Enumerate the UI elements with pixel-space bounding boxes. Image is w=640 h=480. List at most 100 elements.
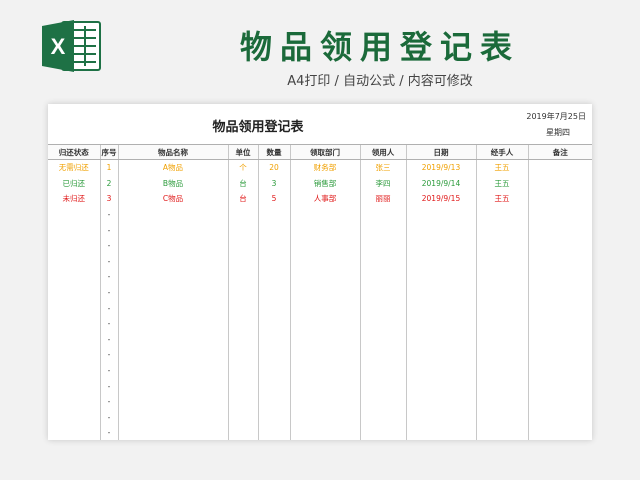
date-cell: 2019/9/14 <box>405 175 476 192</box>
empty-number-cell: - <box>99 284 118 301</box>
empty-row: - <box>48 206 592 223</box>
column-header-department: 领取部门 <box>289 144 360 160</box>
empty-cell <box>359 409 406 426</box>
empty-cell <box>227 237 258 254</box>
empty-cell <box>227 206 258 223</box>
page-title: 物品领用登记表 <box>239 28 520 66</box>
recipient-cell: 丽丽 <box>359 191 406 207</box>
empty-row: - <box>48 300 592 316</box>
empty-cell <box>257 253 290 270</box>
spreadsheet-preview: 物品领用登记表 2019年7月25日 星期四 归还状态 序号 物品名称 单位 数… <box>48 104 592 440</box>
empty-cell <box>289 284 360 301</box>
column-header-handler: 经手人 <box>475 144 528 160</box>
empty-cell <box>48 410 100 426</box>
empty-cell <box>117 378 228 394</box>
empty-cell <box>48 332 100 348</box>
quantity-cell: 3 <box>257 175 290 192</box>
empty-cell <box>475 425 528 440</box>
empty-cell <box>257 269 290 285</box>
status-cell: 未归还 <box>62 194 86 204</box>
department-cell: 人事部 <box>289 191 360 207</box>
empty-cell <box>48 363 100 379</box>
empty-cell <box>117 237 228 254</box>
empty-row: - <box>48 378 592 394</box>
empty-row: - <box>48 315 592 332</box>
empty-cell <box>48 285 100 301</box>
unit-cell: 台 <box>227 191 258 207</box>
excel-logo-icon: X <box>42 20 101 72</box>
empty-row: - <box>48 269 592 285</box>
empty-cell <box>475 378 528 394</box>
empty-cell <box>475 253 528 270</box>
empty-row: - <box>48 409 592 426</box>
empty-cell <box>117 222 228 238</box>
empty-cell <box>359 347 406 363</box>
empty-row: - <box>48 253 592 270</box>
empty-cell <box>475 315 528 332</box>
column-header-quantity: 数量 <box>257 144 290 160</box>
empty-cell <box>48 222 100 238</box>
empty-cell <box>475 300 528 316</box>
empty-number-cell: - <box>99 393 118 410</box>
empty-cell <box>527 425 592 440</box>
empty-cell <box>117 393 228 410</box>
empty-cell <box>227 284 258 301</box>
empty-cell <box>359 378 406 394</box>
empty-cell <box>405 315 476 332</box>
empty-cell <box>405 347 476 363</box>
empty-cell <box>527 300 592 316</box>
empty-cell <box>359 331 406 348</box>
empty-number-cell: - <box>99 206 118 223</box>
empty-cell <box>527 331 592 348</box>
sheet-date: 2019年7月25日 <box>526 112 586 121</box>
empty-cell <box>227 222 258 238</box>
department-cell: 销售部 <box>289 175 360 192</box>
empty-cell <box>527 409 592 426</box>
column-header-date: 日期 <box>405 144 476 160</box>
empty-row: - <box>48 284 592 301</box>
empty-cell <box>48 300 100 316</box>
empty-cell <box>289 425 360 440</box>
empty-cell <box>405 409 476 426</box>
empty-cell <box>527 206 592 223</box>
empty-cell <box>117 269 228 285</box>
empty-cell <box>475 206 528 223</box>
table-row: 已归还 2 B物品 台 3 销售部 李四 2019/9/14 王五 <box>48 175 592 192</box>
empty-cell <box>48 254 100 270</box>
recipient-cell: 张三 <box>359 159 406 176</box>
empty-cell <box>257 237 290 254</box>
empty-cell <box>48 425 100 440</box>
empty-cell <box>227 253 258 270</box>
empty-cell <box>475 393 528 410</box>
empty-cell <box>257 331 290 348</box>
empty-cell <box>527 347 592 363</box>
empty-cell <box>527 378 592 394</box>
empty-number-cell: - <box>99 409 118 426</box>
empty-cell <box>405 269 476 285</box>
empty-cell <box>405 253 476 270</box>
sheet-title: 物品领用登记表 <box>212 120 304 135</box>
column-header-note: 备注 <box>527 144 592 160</box>
empty-cell <box>289 300 360 316</box>
empty-cell <box>257 362 290 379</box>
table-header-row: 归还状态 序号 物品名称 单位 数量 领取部门 领用人 日期 经手人 备注 <box>48 144 592 160</box>
column-header-number: 序号 <box>99 144 118 160</box>
item-cell: B物品 <box>117 175 228 192</box>
empty-cell <box>359 300 406 316</box>
empty-cell <box>289 237 360 254</box>
empty-cell <box>405 331 476 348</box>
empty-cell <box>289 347 360 363</box>
empty-number-cell: - <box>99 347 118 363</box>
empty-cell <box>359 393 406 410</box>
empty-cell <box>117 206 228 223</box>
empty-cell <box>257 222 290 238</box>
empty-cell <box>359 269 406 285</box>
empty-cell <box>227 300 258 316</box>
empty-cell <box>475 347 528 363</box>
empty-cell <box>117 300 228 316</box>
empty-cell <box>257 347 290 363</box>
empty-cell <box>227 331 258 348</box>
empty-cell <box>289 362 360 379</box>
empty-cell <box>117 409 228 426</box>
empty-cell <box>289 331 360 348</box>
